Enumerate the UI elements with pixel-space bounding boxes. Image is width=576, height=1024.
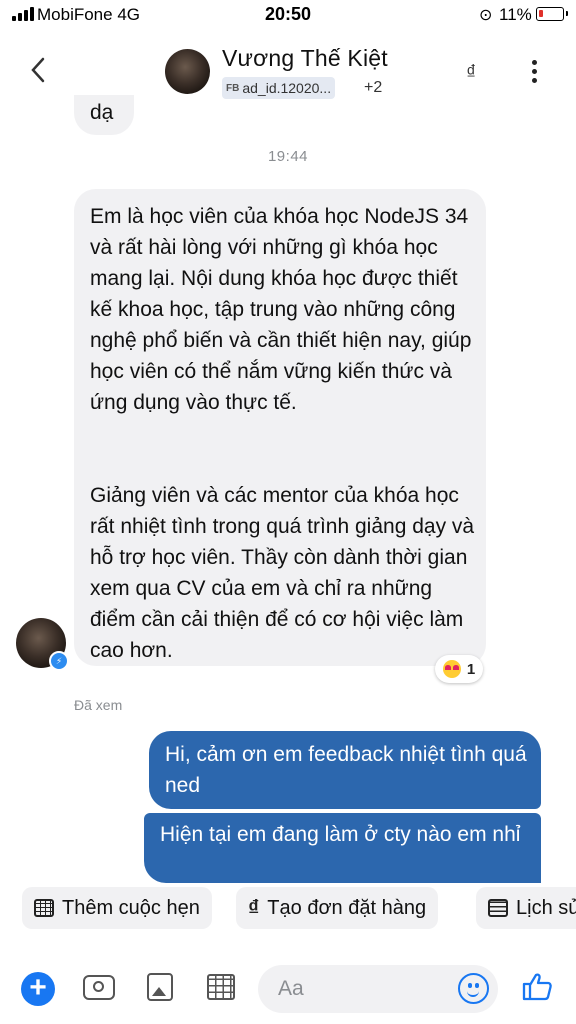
currency-icon: ₫: [248, 895, 260, 920]
back-button[interactable]: [28, 56, 48, 90]
outgoing-message-bubble[interactable]: Hi, cảm ơn em feedback nhiệt tình quá ne…: [149, 731, 541, 809]
more-options-icon[interactable]: [530, 60, 538, 83]
incoming-message-paragraph: Em là học viên của khóa học NodeJS 34 và…: [90, 205, 472, 414]
seen-label: Đã xem: [74, 697, 123, 713]
messenger-badge-icon: ⚡: [49, 651, 69, 671]
outgoing-message-bubble[interactable]: Hiện tại em đang làm ở cty nào em nhỉ: [144, 813, 541, 883]
incoming-message-bubble[interactable]: Em là học viên của khóa học NodeJS 34 và…: [74, 189, 486, 666]
add-appointment-label: Thêm cuộc hẹn: [62, 896, 200, 919]
emoji-icon[interactable]: [458, 973, 489, 1004]
calendar-icon: [34, 899, 54, 917]
outgoing-message-text: Hi, cảm ơn em feedback nhiệt tình quá ne…: [165, 743, 527, 797]
image-icon[interactable]: [147, 973, 173, 1001]
table-icon[interactable]: [207, 974, 235, 1000]
history-button-clip: Lịch sử: [476, 887, 576, 929]
contact-avatar[interactable]: [165, 49, 210, 94]
currency-icon[interactable]: ₫: [466, 62, 476, 85]
reaction-count: 1: [466, 660, 476, 678]
fb-tag-prefix: FB: [226, 82, 240, 94]
add-appointment-button[interactable]: Thêm cuộc hẹn: [22, 887, 212, 929]
ad-tag-label: ad_id.12020...: [242, 80, 332, 96]
previous-message-text: dạ: [90, 101, 114, 124]
orientation-lock-icon: ⊙: [479, 7, 493, 24]
chevron-left-icon: [31, 57, 45, 83]
contact-name[interactable]: Vương Thế Kiệt: [222, 45, 388, 72]
battery-icon: [536, 7, 568, 21]
history-label: Lịch sử: [516, 896, 576, 919]
camera-icon[interactable]: [83, 975, 115, 1000]
list-icon: [488, 899, 508, 917]
more-tags-count[interactable]: +2: [364, 79, 382, 97]
create-order-label: Tạo đơn đặt hàng: [267, 896, 427, 919]
create-order-button[interactable]: ₫ Tạo đơn đặt hàng: [236, 887, 439, 929]
outgoing-message-text: Hiện tại em đang làm ở cty nào em nhỉ: [160, 823, 521, 846]
reaction-badge[interactable]: 1: [435, 655, 483, 683]
ad-tag[interactable]: FB ad_id.12020...: [222, 77, 336, 99]
add-button[interactable]: +: [21, 972, 55, 1006]
like-icon[interactable]: [521, 970, 553, 1002]
message-timestamp: 19:44: [267, 148, 309, 165]
status-bar: MobiFone 4G 20:50 ⊙ 11%: [0, 0, 576, 30]
battery-percent: 11%: [499, 5, 532, 24]
incoming-message-paragraph: Giảng viên và các mentor của khóa học rấ…: [90, 484, 475, 662]
heart-eyes-emoji-icon: [442, 660, 461, 678]
history-button[interactable]: Lịch sử: [476, 887, 576, 929]
